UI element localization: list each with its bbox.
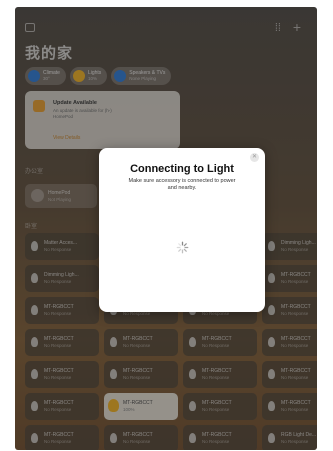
connecting-dialog: ✕ Connecting to Light Make sure accessor… xyxy=(99,148,265,312)
dialog-subtitle-line1: Make sure accessory is connected to powe… xyxy=(128,178,236,184)
home-app-window: ⁞⁞ + 我的家 Climate 30° Lights 10% Speakers &… xyxy=(15,7,317,450)
close-icon[interactable]: ✕ xyxy=(250,153,259,162)
dialog-subtitle-line2: and nearby. xyxy=(167,185,197,191)
loading-spinner-icon xyxy=(176,241,189,254)
dialog-title: Connecting to Light xyxy=(130,163,234,175)
dialog-subtitle: Make sure accessory is connected to powe… xyxy=(119,178,245,192)
